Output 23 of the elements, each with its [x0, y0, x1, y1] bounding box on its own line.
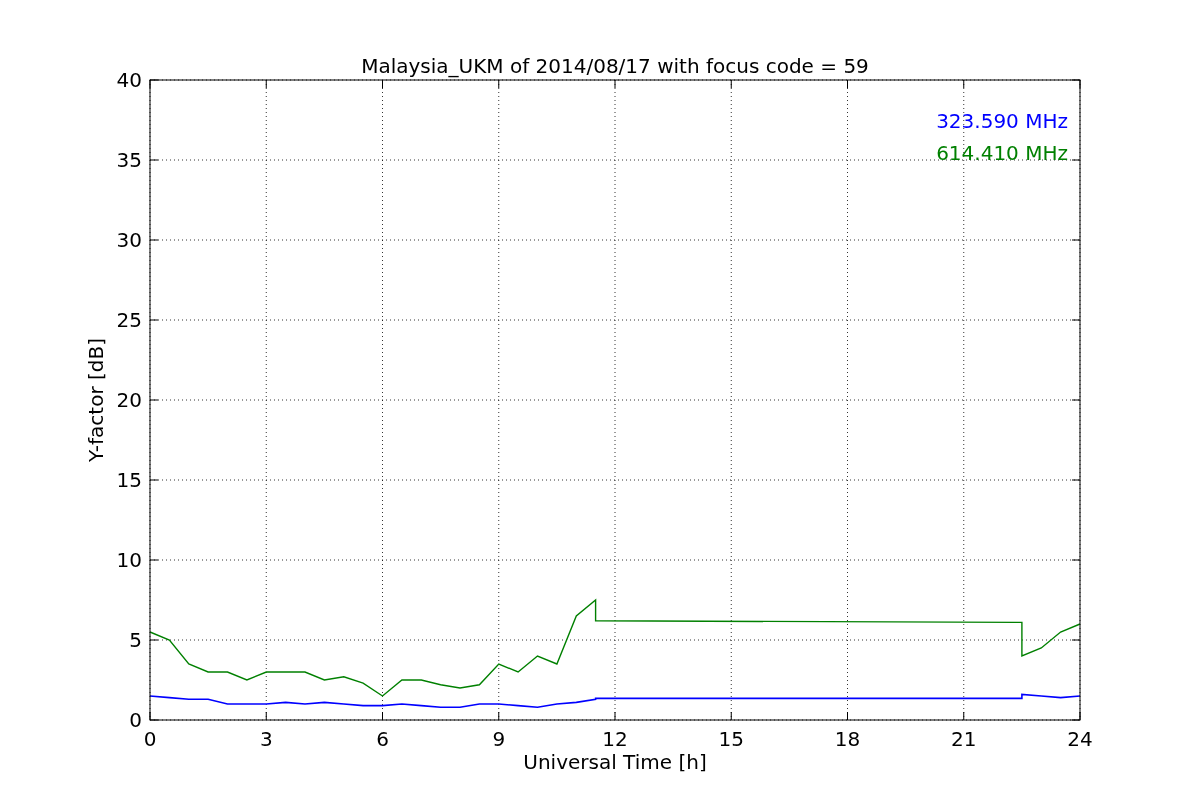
legend-label: 323.590 MHz	[936, 109, 1068, 133]
x-tick-label: 3	[259, 727, 273, 751]
legend-label: 614.410 MHz	[936, 141, 1068, 165]
y-tick-label: 35	[116, 148, 142, 172]
y-tick-label: 15	[116, 468, 142, 492]
x-tick-label: 15	[718, 727, 744, 751]
x-tick-label: 6	[376, 727, 389, 751]
y-tick-label: 0	[129, 708, 142, 732]
y-tick-label: 5	[129, 628, 142, 652]
x-tick-label: 9	[492, 727, 506, 751]
x-tick-label: 21	[951, 727, 977, 751]
y-tick-label: 30	[116, 228, 142, 252]
x-axis-label: Universal Time [h]	[523, 750, 707, 774]
y-tick-label: 10	[116, 548, 142, 572]
y-tick-label: 25	[116, 308, 142, 332]
y-axis-label: Y-factor [dB]	[84, 338, 108, 462]
y-tick-label: 20	[116, 388, 142, 412]
x-tick-label: 0	[143, 727, 157, 751]
chart-title: Malaysia_UKM of 2014/08/17 with focus code = 59	[361, 54, 869, 78]
y-tick-label: 40	[116, 68, 142, 92]
x-tick-label: 24	[1067, 727, 1093, 751]
x-tick-label: 18	[834, 727, 861, 751]
x-tick-label: 12	[602, 727, 628, 751]
